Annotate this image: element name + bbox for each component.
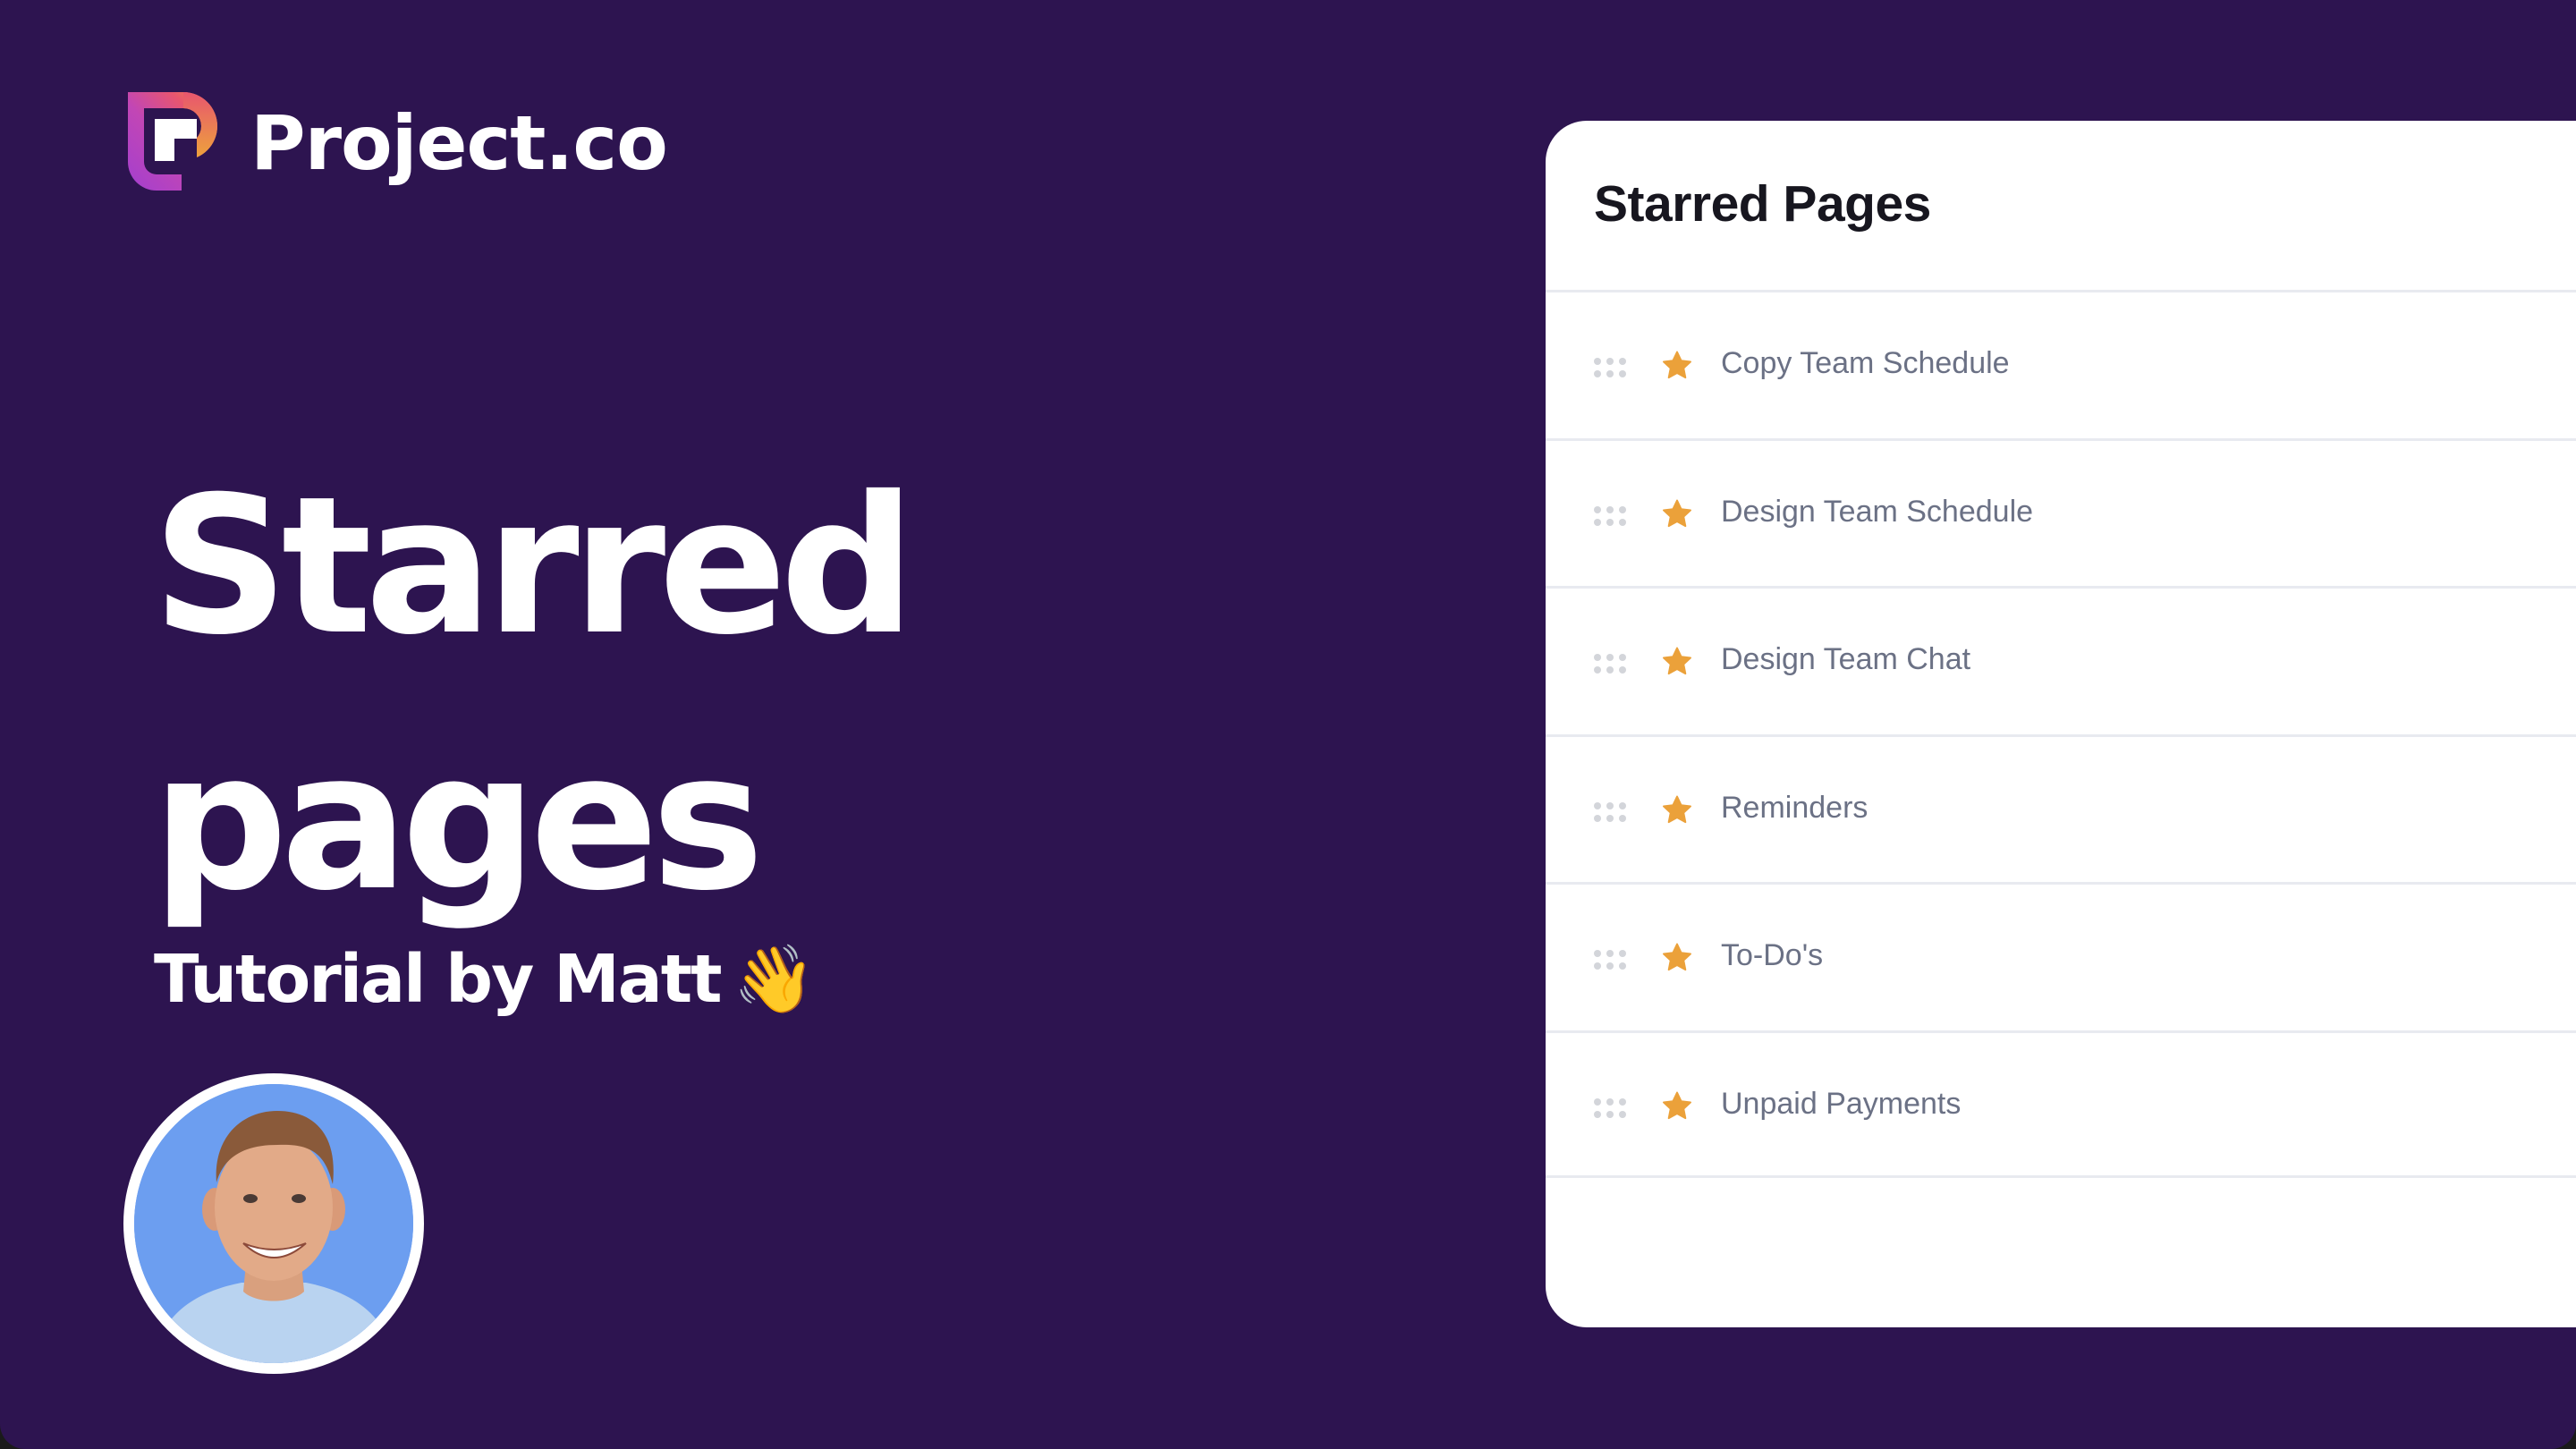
starred-page-item[interactable]: Design Team Chat [1546, 586, 2576, 734]
brand-name: Project.co [250, 99, 668, 187]
hero-subtitle-text: Tutorial by Matt [154, 941, 722, 1018]
starred-page-item[interactable]: Copy Team Schedule [1546, 290, 2576, 438]
star-icon[interactable] [1660, 793, 1694, 827]
hero-title: Starred pages [152, 438, 916, 950]
project-co-logo-icon [128, 92, 217, 191]
panel-title: Starred Pages [1594, 175, 1931, 233]
starred-page-item[interactable]: Design Team Schedule [1546, 437, 2576, 587]
starred-page-label[interactable]: Design Team Chat [1721, 642, 1970, 677]
starred-page-item[interactable]: Unpaid Payments [1546, 1030, 2576, 1178]
starred-pages-panel: Starred Pages Copy Team Schedule Design … [1546, 121, 2576, 1327]
presenter-avatar [123, 1073, 424, 1374]
brand-logo: Project.co [128, 92, 668, 191]
starred-page-label[interactable]: To-Do's [1721, 938, 1823, 973]
starred-pages-list: Copy Team Schedule Design Team Schedule … [1546, 290, 2576, 1178]
starred-page-item[interactable]: To-Do's [1546, 882, 2576, 1030]
hero-title-line1: Starred [152, 455, 916, 676]
starred-page-label[interactable]: Design Team Schedule [1721, 495, 2033, 530]
thumbnail-canvas: Project.co Starred pages Tutorial by Mat… [0, 0, 2576, 1449]
drag-handle-icon[interactable] [1594, 801, 1626, 822]
drag-handle-icon[interactable] [1594, 654, 1626, 674]
star-icon[interactable] [1660, 497, 1694, 531]
drag-handle-icon[interactable] [1594, 358, 1626, 377]
drag-handle-icon[interactable] [1594, 505, 1626, 526]
presenter-photo-icon [134, 1084, 413, 1363]
starred-page-label[interactable]: Unpaid Payments [1721, 1087, 1961, 1122]
drag-handle-icon[interactable] [1594, 950, 1626, 970]
star-icon[interactable] [1660, 1089, 1694, 1123]
hero-title-line2: pages [152, 711, 765, 932]
hero-subtitle: Tutorial by Matt 👋 [154, 935, 816, 1024]
starred-page-label[interactable]: Reminders [1721, 791, 1868, 826]
starred-page-label[interactable]: Copy Team Schedule [1721, 346, 2010, 381]
starred-page-item[interactable]: Reminders [1546, 733, 2576, 883]
star-icon[interactable] [1660, 349, 1694, 383]
waving-hand-icon: 👋 [733, 941, 815, 1018]
star-icon[interactable] [1660, 941, 1694, 975]
star-icon[interactable] [1660, 645, 1694, 679]
drag-handle-icon[interactable] [1594, 1097, 1626, 1118]
